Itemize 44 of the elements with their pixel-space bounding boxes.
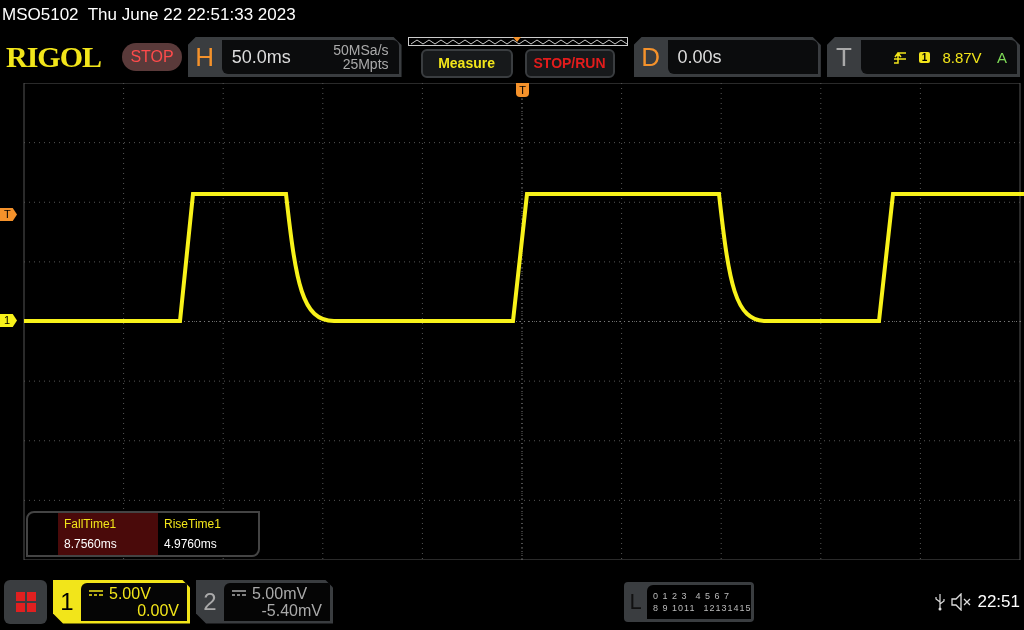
channel-scale: 5.00V — [109, 584, 151, 602]
delay-label: D — [640, 41, 661, 73]
run-state-indicator: STOP — [122, 43, 182, 71]
measure-button[interactable]: Measure — [420, 48, 513, 78]
channel-number: 1 — [59, 587, 75, 616]
measurement-item[interactable]: FallTime1 8.7560ms — [58, 513, 158, 555]
trigger-level: 8.87V — [942, 48, 982, 66]
channel-offset: -5.40mV — [261, 601, 322, 619]
trigger-mode: A — [997, 48, 1007, 66]
clock: 22:51 — [977, 591, 1020, 612]
measurement-item[interactable]: RiseTime1 4.9760ms — [158, 513, 258, 555]
trigger-label: T — [834, 41, 853, 73]
usb-icon — [935, 592, 946, 611]
sample-rate: 50MSa/s — [333, 43, 389, 57]
horizontal-panel[interactable]: H 50.0ms 50MSa/s 25Mpts — [187, 37, 402, 77]
horizontal-label: H — [194, 41, 216, 73]
channel-offset: 0.00V — [137, 601, 179, 619]
delay-value: 0.00s — [677, 46, 722, 68]
delay-panel[interactable]: D 0.00s — [633, 37, 821, 77]
channel-panel[interactable]: 1 5.00V 0.00V — [53, 579, 190, 624]
trigger-level-marker[interactable]: T — [0, 208, 17, 221]
status-line: MSO5102 Thu June 22 22:51:33 2023 — [2, 5, 296, 25]
trigger-source-badge: 1 — [918, 51, 931, 63]
logo: RIGOL — [6, 40, 103, 74]
digital-channel-numbers: 8 9 1011 — [653, 602, 696, 613]
dc-coupling-icon — [232, 590, 246, 596]
speaker-muted-icon — [951, 592, 972, 611]
channel-scale: 5.00mV — [252, 584, 308, 602]
memory-overview-icon — [407, 36, 628, 46]
channel-number: 2 — [202, 587, 218, 616]
trigger-position-marker[interactable]: T — [516, 83, 529, 97]
channel-panel[interactable]: 2 5.00mV -5.40mV — [196, 579, 333, 624]
rising-edge-icon — [892, 50, 907, 64]
memory-depth: 25Mpts — [342, 57, 389, 71]
digital-channel-numbers: 12131415 — [703, 602, 752, 613]
digital-channel-numbers: 4 5 6 7 — [695, 590, 731, 601]
channel-offset-marker[interactable]: 1 — [0, 314, 17, 327]
menu-button[interactable] — [4, 579, 47, 624]
digital-channel-numbers: 0 1 2 3 — [653, 590, 688, 601]
dc-coupling-icon — [89, 590, 103, 596]
stop-run-button[interactable]: STOP/RUN — [524, 48, 615, 78]
grid-squares-icon — [15, 591, 36, 612]
timebase-value: 50.0ms — [231, 46, 291, 68]
trigger-panel[interactable]: T 1 8.87V A — [826, 37, 1020, 77]
